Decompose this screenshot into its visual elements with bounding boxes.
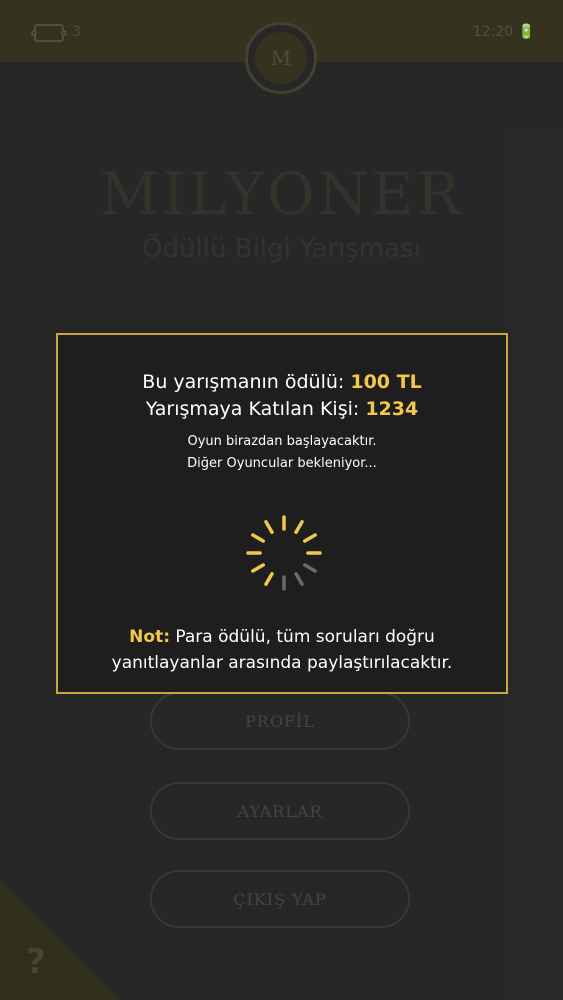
prize-label: Bu yarışmanın ödülü: (142, 371, 351, 393)
starting-text: Oyun birazdan başlayacaktır. (187, 434, 377, 449)
note-text-1: Para ödülü, tüm soruları doğru (170, 627, 435, 647)
note-label: Not: (129, 627, 170, 647)
spinner-tick (251, 563, 265, 573)
note-line-2: yanıtlayanlar arasında paylaştırılacaktı… (111, 653, 453, 673)
waiting-modal: Bu yarışmanın ödülü: 100 TL Yarışmaya Ka… (56, 333, 508, 694)
waiting-text: Diğer Oyuncular bekleniyor... (187, 456, 377, 471)
participants-label: Yarışmaya Katılan Kişi: (145, 398, 366, 420)
note-line-1: Not: Para ödülü, tüm soruları doğru (58, 627, 506, 647)
loading-spinner (246, 515, 322, 591)
spinner-tick (294, 572, 304, 586)
spinner-tick (303, 563, 317, 573)
spinner-tick (251, 533, 265, 543)
spinner-tick (294, 520, 304, 534)
spinner-tick (264, 520, 274, 534)
prize-value: 100 TL (350, 371, 422, 393)
spinner-tick (303, 533, 317, 543)
participants-value: 1234 (365, 398, 419, 420)
spinner-tick (264, 572, 274, 586)
participants-line: Yarışmaya Katılan Kişi: 1234 (58, 398, 506, 420)
prize-line: Bu yarışmanın ödülü: 100 TL (58, 371, 506, 393)
